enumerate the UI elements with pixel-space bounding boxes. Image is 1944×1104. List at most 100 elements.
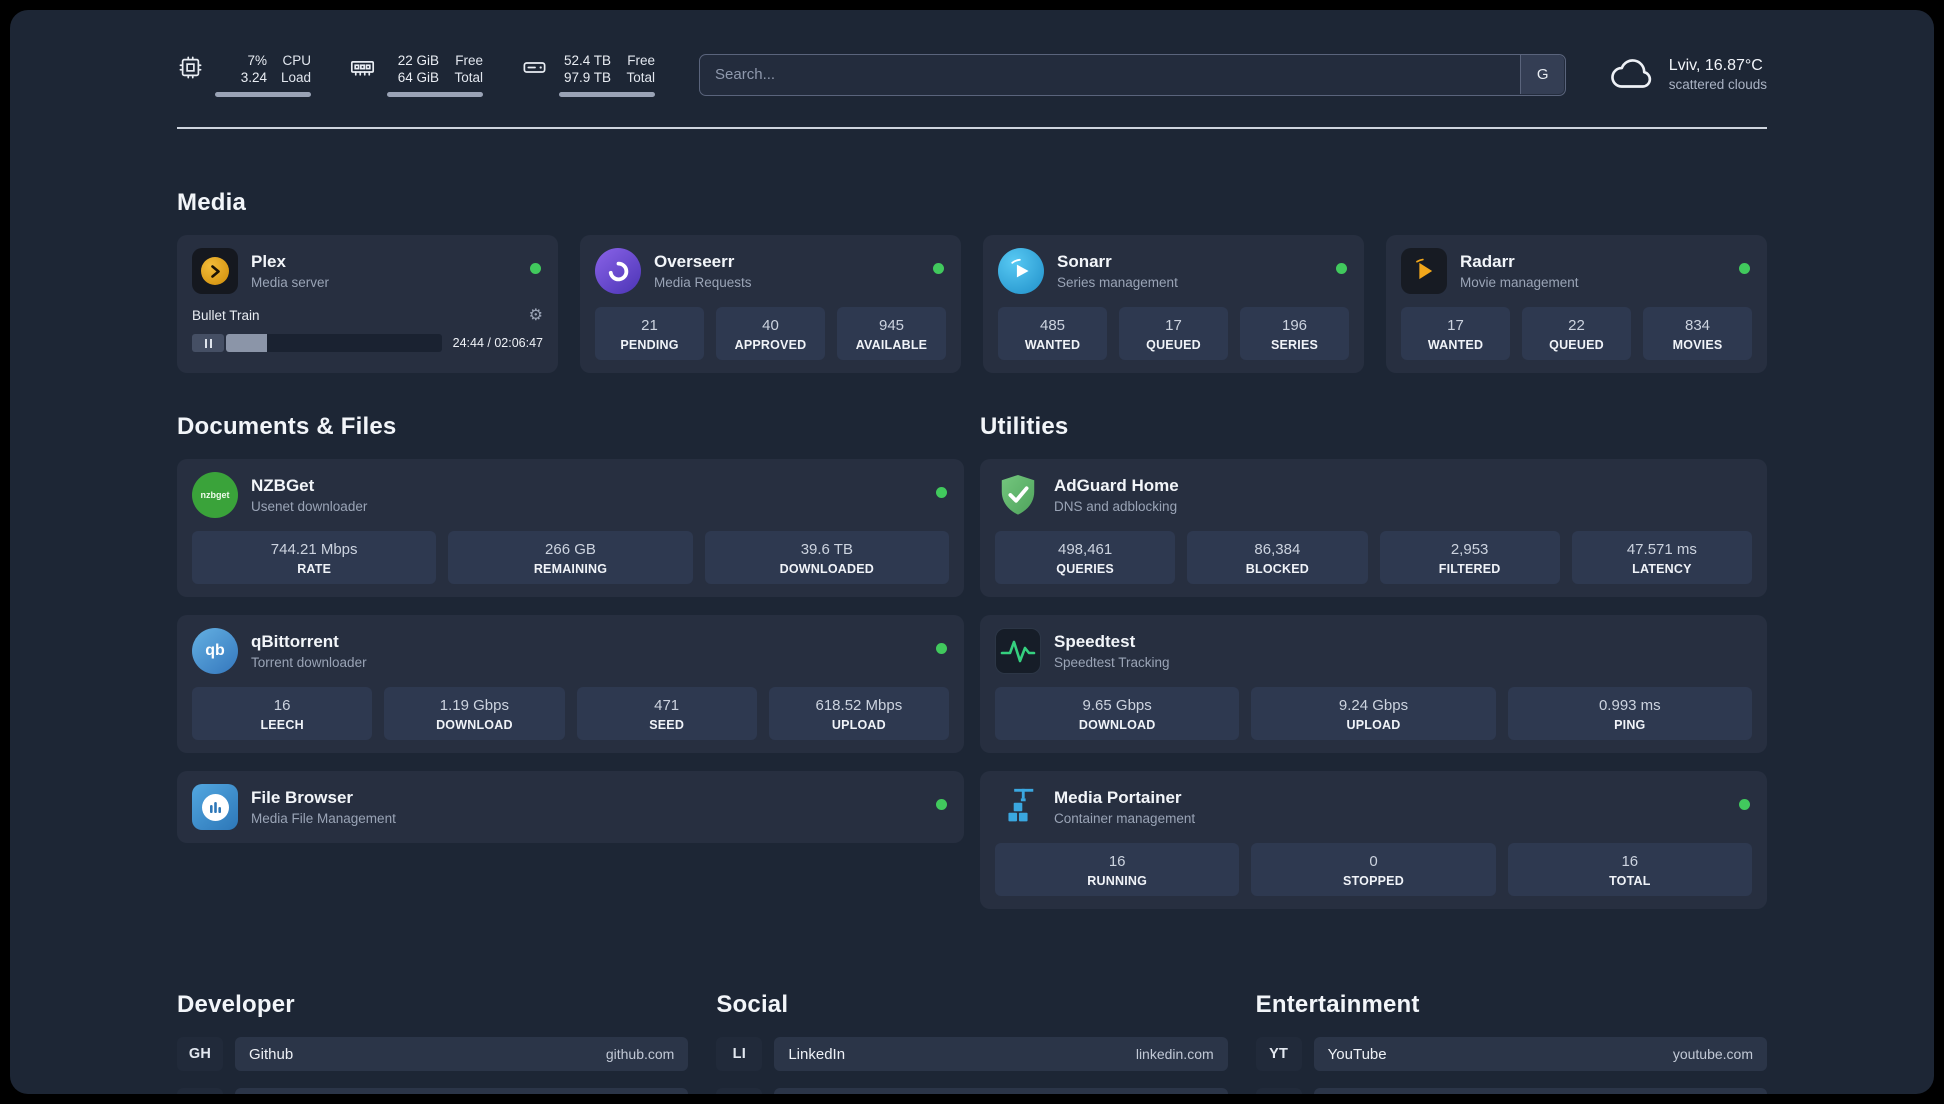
search-input[interactable] (699, 53, 1566, 96)
status-dot (936, 643, 947, 654)
stat-stopped: 0 STOPPED (1251, 843, 1496, 896)
app-name: Plex (251, 252, 286, 271)
app-name: AdGuard Home (1054, 476, 1179, 495)
stat-leech: 16 LEECH (192, 687, 373, 740)
documents-column: Documents & Files nzbget NZBGet Usenet d… (177, 413, 964, 927)
stackoverflow-icon: SO (177, 1088, 223, 1094)
youtube-icon: YT (1255, 1037, 1302, 1071)
bookmark-link[interactable]: Twittertwitter.com (774, 1088, 1228, 1094)
app-name: NZBGet (251, 476, 315, 495)
app-card-adguard[interactable]: AdGuard Home DNS and adblocking 498,461 Q… (980, 459, 1767, 597)
disk-total-label: Total (626, 70, 656, 85)
status-dot (1739, 799, 1750, 810)
stat-approved: 40 APPROVED (716, 307, 825, 360)
stat-series: 196 SERIES (1240, 307, 1349, 360)
bookmark-youtube: YT YouTube youtube.com (1255, 1037, 1767, 1071)
app-subtitle: DNS and adblocking (1054, 499, 1178, 514)
app-subtitle: Movie management (1460, 275, 1579, 290)
bookmark-link[interactable]: Github github.com (235, 1037, 689, 1071)
github-icon: GH (177, 1037, 223, 1071)
stat-upload: 9.24 Gbps UPLOAD (1251, 687, 1496, 740)
topbar: 7% CPU 3.24 Load 22 GiB Free 64 GiB Total (177, 10, 1767, 97)
speedtest-icon (995, 628, 1041, 674)
app-card-portainer[interactable]: Media Portainer Container management 16 R… (980, 771, 1767, 909)
app-name: qBittorrent (251, 632, 339, 651)
pause-button[interactable] (192, 334, 224, 352)
app-subtitle: Media Requests (654, 275, 752, 290)
plex-icon (192, 248, 238, 294)
ram-sparkline (387, 92, 484, 97)
disk-free-value: 52.4 TB (564, 53, 612, 68)
weather-location: Lviv, 16.87°C (1668, 57, 1763, 74)
app-card-plex[interactable]: Plex Media server Bullet Train ⚙ 24:44 /… (177, 235, 558, 373)
stat-wanted: 17 WANTED (1401, 307, 1510, 360)
app-card-sonarr[interactable]: Sonarr Series management 485 WANTED 17 QUE… (983, 235, 1364, 373)
app-name: Sonarr (1057, 252, 1112, 271)
bookmark-link[interactable]: StackOverflowstackoverflow.com (235, 1088, 689, 1094)
stat-available: 945 AVAILABLE (837, 307, 946, 360)
app-card-nzbget[interactable]: nzbget NZBGet Usenet downloader 744.21 M… (177, 459, 964, 597)
status-dot (1336, 263, 1347, 274)
app-card-overseerr[interactable]: Overseerr Media Requests 21 PENDING 40 APP… (580, 235, 961, 373)
now-playing-title: Bullet Train (192, 307, 260, 323)
playback-progress-bar (226, 334, 442, 352)
app-card-filebrowser[interactable]: File Browser Media File Management (177, 771, 964, 843)
bookmark-link[interactable]: Netflixnetflix.com (1313, 1088, 1767, 1094)
bookmark-stackoverflow: SO StackOverflowstackoverflow.com (177, 1088, 689, 1094)
app-subtitle: Usenet downloader (251, 499, 368, 514)
disk-sparkline (559, 92, 656, 97)
app-name: Media Portainer (1054, 788, 1182, 807)
twitter-icon: TW (716, 1088, 763, 1094)
nzbget-icon: nzbget (192, 472, 238, 518)
playback-time: 24:44 / 02:06:47 (452, 336, 543, 350)
stat-running: 16 RUNNING (995, 843, 1240, 896)
gear-icon[interactable]: ⚙ (529, 305, 543, 325)
cpu-sparkline (215, 92, 312, 97)
utilities-column: Utilities AdGuard Home DNS and adblockin… (980, 413, 1767, 927)
sonarr-icon (998, 248, 1044, 294)
ram-total-value: 64 GiB (397, 70, 440, 85)
section-title-utilities: Utilities (980, 413, 1069, 440)
ram-metric: 22 GiB Free 64 GiB Total (349, 52, 484, 97)
stat-queued: 17 QUEUED (1119, 307, 1228, 360)
ram-total-label: Total (454, 70, 484, 85)
search-bar: G (699, 53, 1566, 96)
adguard-icon (995, 472, 1041, 518)
disk-free-label: Free (627, 53, 656, 68)
stat-latency: 47.571 ms LATENCY (1571, 531, 1752, 584)
stat-blocked: 86,384 BLOCKED (1187, 531, 1368, 584)
media-grid: Plex Media server Bullet Train ⚙ 24:44 /… (177, 235, 1767, 373)
stat-total: 16 TOTAL (1507, 843, 1752, 896)
app-subtitle: Speedtest Tracking (1054, 655, 1170, 670)
cpu-label: CPU (282, 53, 312, 68)
filebrowser-icon (192, 784, 238, 830)
stat-downloaded: 39.6 TB DOWNLOADED (704, 531, 949, 584)
stat-download: 1.19 Gbps DOWNLOAD (384, 687, 565, 740)
app-card-radarr[interactable]: Radarr Movie management 17 WANTED 22 QUEUE… (1386, 235, 1767, 373)
memory-stick-icon (351, 61, 375, 76)
weather-widget: Lviv, 16.87°C scattered clouds (1610, 55, 1767, 94)
qbittorrent-icon: qb (192, 628, 238, 674)
cpu-metric: 7% CPU 3.24 Load (177, 52, 312, 97)
stat-filtered: 2,953 FILTERED (1379, 531, 1560, 584)
app-card-qbittorrent[interactable]: qb qBittorrent Torrent downloader 16 LEEC… (177, 615, 964, 753)
app-subtitle: Series management (1057, 275, 1178, 290)
hard-drive-icon (523, 62, 546, 73)
ram-free-label: Free (455, 53, 484, 68)
stat-rate: 744.21 Mbps RATE (192, 531, 437, 584)
disk-total-value: 97.9 TB (564, 70, 612, 85)
stat-seed: 471 SEED (576, 687, 757, 740)
bookmark-link[interactable]: LinkedIn linkedin.com (774, 1037, 1228, 1071)
bookmark-netflix: NF Netflixnetflix.com (1255, 1088, 1767, 1094)
cloud-icon (1610, 58, 1651, 88)
search-engine-button[interactable]: G (1520, 55, 1565, 94)
bookmark-link[interactable]: YouTube youtube.com (1313, 1037, 1767, 1071)
stat-ping: 0.993 ms PING (1507, 687, 1752, 740)
stat-queries: 498,461 QUERIES (995, 531, 1176, 584)
app-name: Overseerr (654, 252, 735, 271)
app-name: Radarr (1460, 252, 1515, 271)
app-card-speedtest[interactable]: Speedtest Speedtest Tracking 9.65 Gbps DO… (980, 615, 1767, 753)
bookmark-linkedin: LI LinkedIn linkedin.com (716, 1037, 1228, 1071)
app-subtitle: Media File Management (251, 811, 396, 826)
cpu-load-label: Load (281, 70, 312, 85)
